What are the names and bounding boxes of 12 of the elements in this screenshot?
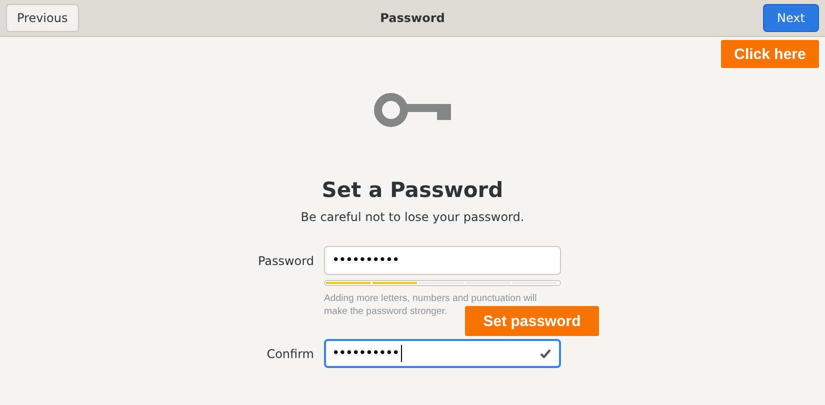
confirm-field[interactable]: ••••••••••: [324, 339, 561, 368]
page-subtitle: Be careful not to lose your password.: [300, 210, 524, 224]
page-heading: Set a Password: [322, 178, 504, 202]
window-title: Password: [379, 11, 446, 25]
next-button[interactable]: Next: [763, 4, 819, 32]
key-icon: [374, 90, 452, 130]
callout-label: Set password: [465, 306, 599, 336]
callout-label: Click here: [721, 40, 819, 68]
password-field[interactable]: ••••••••••: [324, 246, 561, 275]
field-label: Confirm: [266, 346, 315, 360]
previous-button[interactable]: Previous: [6, 4, 79, 32]
field-label: Password: [256, 254, 315, 268]
